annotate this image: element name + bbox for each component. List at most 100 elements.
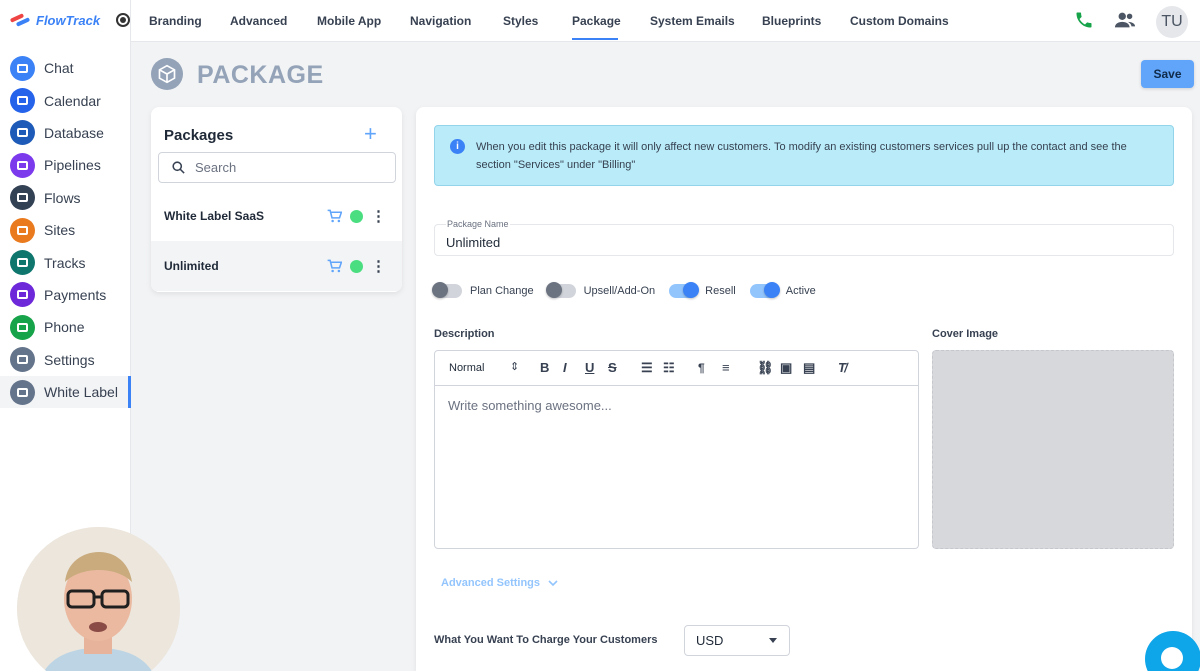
sidebar-item-phone[interactable]: Phone [0, 311, 131, 343]
caret-down-icon [769, 638, 777, 643]
packages-panel: Packages + White Label SaaS ⋮ Unlimited … [151, 107, 402, 292]
image-icon[interactable]: ▣ [780, 360, 792, 376]
upsell-toggle[interactable]: Upsell/Add-On [545, 282, 656, 298]
charge-label: What You Want To Charge Your Customers [434, 634, 658, 646]
sidebar-item-payments[interactable]: Payments [0, 279, 131, 311]
toggle-label: Plan Change [470, 285, 534, 297]
flows-icon [10, 185, 35, 211]
info-alert: i When you edit this package it will onl… [434, 125, 1174, 186]
sidebar-item-label: White Label [44, 384, 118, 401]
strikethrough-icon[interactable]: S [608, 360, 617, 376]
package-search [158, 152, 396, 183]
tab-mobile-app[interactable]: Mobile App [317, 14, 381, 28]
database-icon [10, 120, 35, 146]
active-tab-indicator [572, 38, 618, 40]
ordered-list-icon[interactable]: ☰ [641, 360, 653, 376]
status-dot [350, 209, 363, 223]
sidebar-item-label: Flows [44, 189, 81, 206]
align-icon[interactable]: ≡ [722, 360, 730, 376]
toggle-switch[interactable] [669, 282, 700, 298]
search-input[interactable] [195, 160, 375, 175]
description-textarea[interactable] [448, 398, 903, 538]
tab-system-emails[interactable]: System Emails [650, 14, 735, 28]
sidebar-item-database[interactable]: Database [0, 117, 131, 149]
more-options-icon[interactable]: ⋮ [371, 207, 386, 225]
package-name-label: Package Name [446, 219, 510, 229]
cart-icon[interactable] [327, 259, 342, 273]
sidebar-item-label: Tracks [44, 254, 86, 271]
cover-image-dropzone[interactable] [932, 350, 1174, 549]
status-dot [350, 259, 363, 273]
sidebar-item-label: Pipelines [44, 157, 101, 174]
cart-icon[interactable] [327, 209, 342, 223]
user-avatar[interactable]: TU [1156, 6, 1188, 38]
sidebar-item-pipelines[interactable]: Pipelines [0, 149, 131, 181]
plan-change-toggle[interactable]: Plan Change [432, 282, 534, 298]
sidebar-item-chat[interactable]: Chat [0, 52, 131, 84]
advanced-settings-label: Advanced Settings [441, 577, 541, 589]
underline-icon[interactable]: U [585, 360, 594, 376]
italic-icon[interactable]: I [563, 360, 567, 376]
tab-styles[interactable]: Styles [503, 14, 538, 28]
tab-custom-domains[interactable]: Custom Domains [850, 14, 949, 28]
sites-icon [10, 217, 35, 243]
record-icon[interactable] [116, 13, 131, 27]
add-package-icon[interactable]: + [364, 123, 377, 145]
sidebar-item-settings[interactable]: Settings [0, 344, 131, 376]
link-icon[interactable]: ⛓ [757, 360, 774, 376]
sidebar-item-sites[interactable]: Sites [0, 214, 131, 246]
package-icon [151, 58, 183, 90]
format-select-arrows-icon[interactable]: ⇕ [510, 360, 519, 373]
cover-image-label: Cover Image [932, 328, 999, 340]
chevron-down-icon [548, 580, 558, 587]
tab-branding[interactable]: Branding [149, 14, 202, 28]
payments-icon [10, 282, 35, 308]
sidebar-item-tracks[interactable]: Tracks [0, 246, 131, 278]
info-text: When you edit this package it will only … [476, 141, 1127, 171]
tab-package[interactable]: Package [572, 14, 621, 28]
tab-blueprints[interactable]: Blueprints [762, 14, 821, 28]
active-toggle[interactable]: Active [749, 282, 816, 298]
text-direction-icon[interactable]: ¶ [698, 360, 705, 376]
sidebar-menu: Chat Calendar Database Pipelines Flows Sites T… [0, 52, 131, 409]
video-icon[interactable]: ▤ [803, 360, 815, 376]
sidebar-item-white-label[interactable]: White Label [0, 375, 131, 409]
pipelines-icon [10, 152, 35, 178]
phone-icon[interactable] [1074, 10, 1094, 35]
sidebar-item-flows[interactable]: Flows [0, 182, 131, 214]
brand-logo[interactable]: FlowTrack [9, 12, 131, 28]
gear-icon [10, 347, 35, 373]
toggle-switch[interactable] [432, 282, 462, 298]
rich-text-editor: Normal ⇕ B I U S ☰ ☷ ¶ ≡ ⛓ ▣ ▤ T̸ [434, 350, 919, 549]
format-select[interactable]: Normal [449, 362, 484, 374]
sidebar-item-label: Calendar [44, 92, 101, 109]
package-row[interactable]: Unlimited ⋮ [151, 241, 402, 291]
toggle-label: Upsell/Add-On [583, 285, 656, 297]
webcam-overlay [17, 527, 180, 671]
currency-select[interactable]: USD [684, 625, 790, 656]
toggle-switch[interactable] [749, 282, 780, 298]
toggle-switch[interactable] [545, 282, 576, 298]
resell-toggle[interactable]: Resell [669, 282, 736, 298]
package-name-field [434, 224, 1174, 256]
package-row[interactable]: White Label SaaS ⋮ [151, 191, 402, 241]
package-name: White Label SaaS [164, 209, 265, 223]
white-label-icon [10, 379, 35, 405]
description-label: Description [434, 328, 495, 340]
advanced-settings-toggle[interactable]: Advanced Settings [441, 577, 558, 589]
presenter-image [17, 527, 180, 671]
package-name-input[interactable] [446, 235, 1146, 250]
more-options-icon[interactable]: ⋮ [371, 257, 386, 275]
tab-navigation[interactable]: Navigation [410, 14, 471, 28]
bullet-list-icon[interactable]: ☷ [663, 360, 675, 376]
tab-advanced[interactable]: Advanced [230, 14, 287, 28]
sidebar-item-label: Payments [44, 286, 107, 303]
flowtrack-logo-icon [9, 12, 32, 28]
bold-icon[interactable]: B [540, 360, 549, 376]
info-icon: i [450, 139, 465, 154]
sidebar-item-calendar[interactable]: Calendar [0, 84, 131, 116]
users-icon[interactable] [1114, 10, 1136, 35]
package-form: i When you edit this package it will onl… [416, 107, 1192, 671]
clear-format-icon[interactable]: T̸ [838, 360, 846, 376]
save-button[interactable]: Save [1141, 60, 1194, 88]
